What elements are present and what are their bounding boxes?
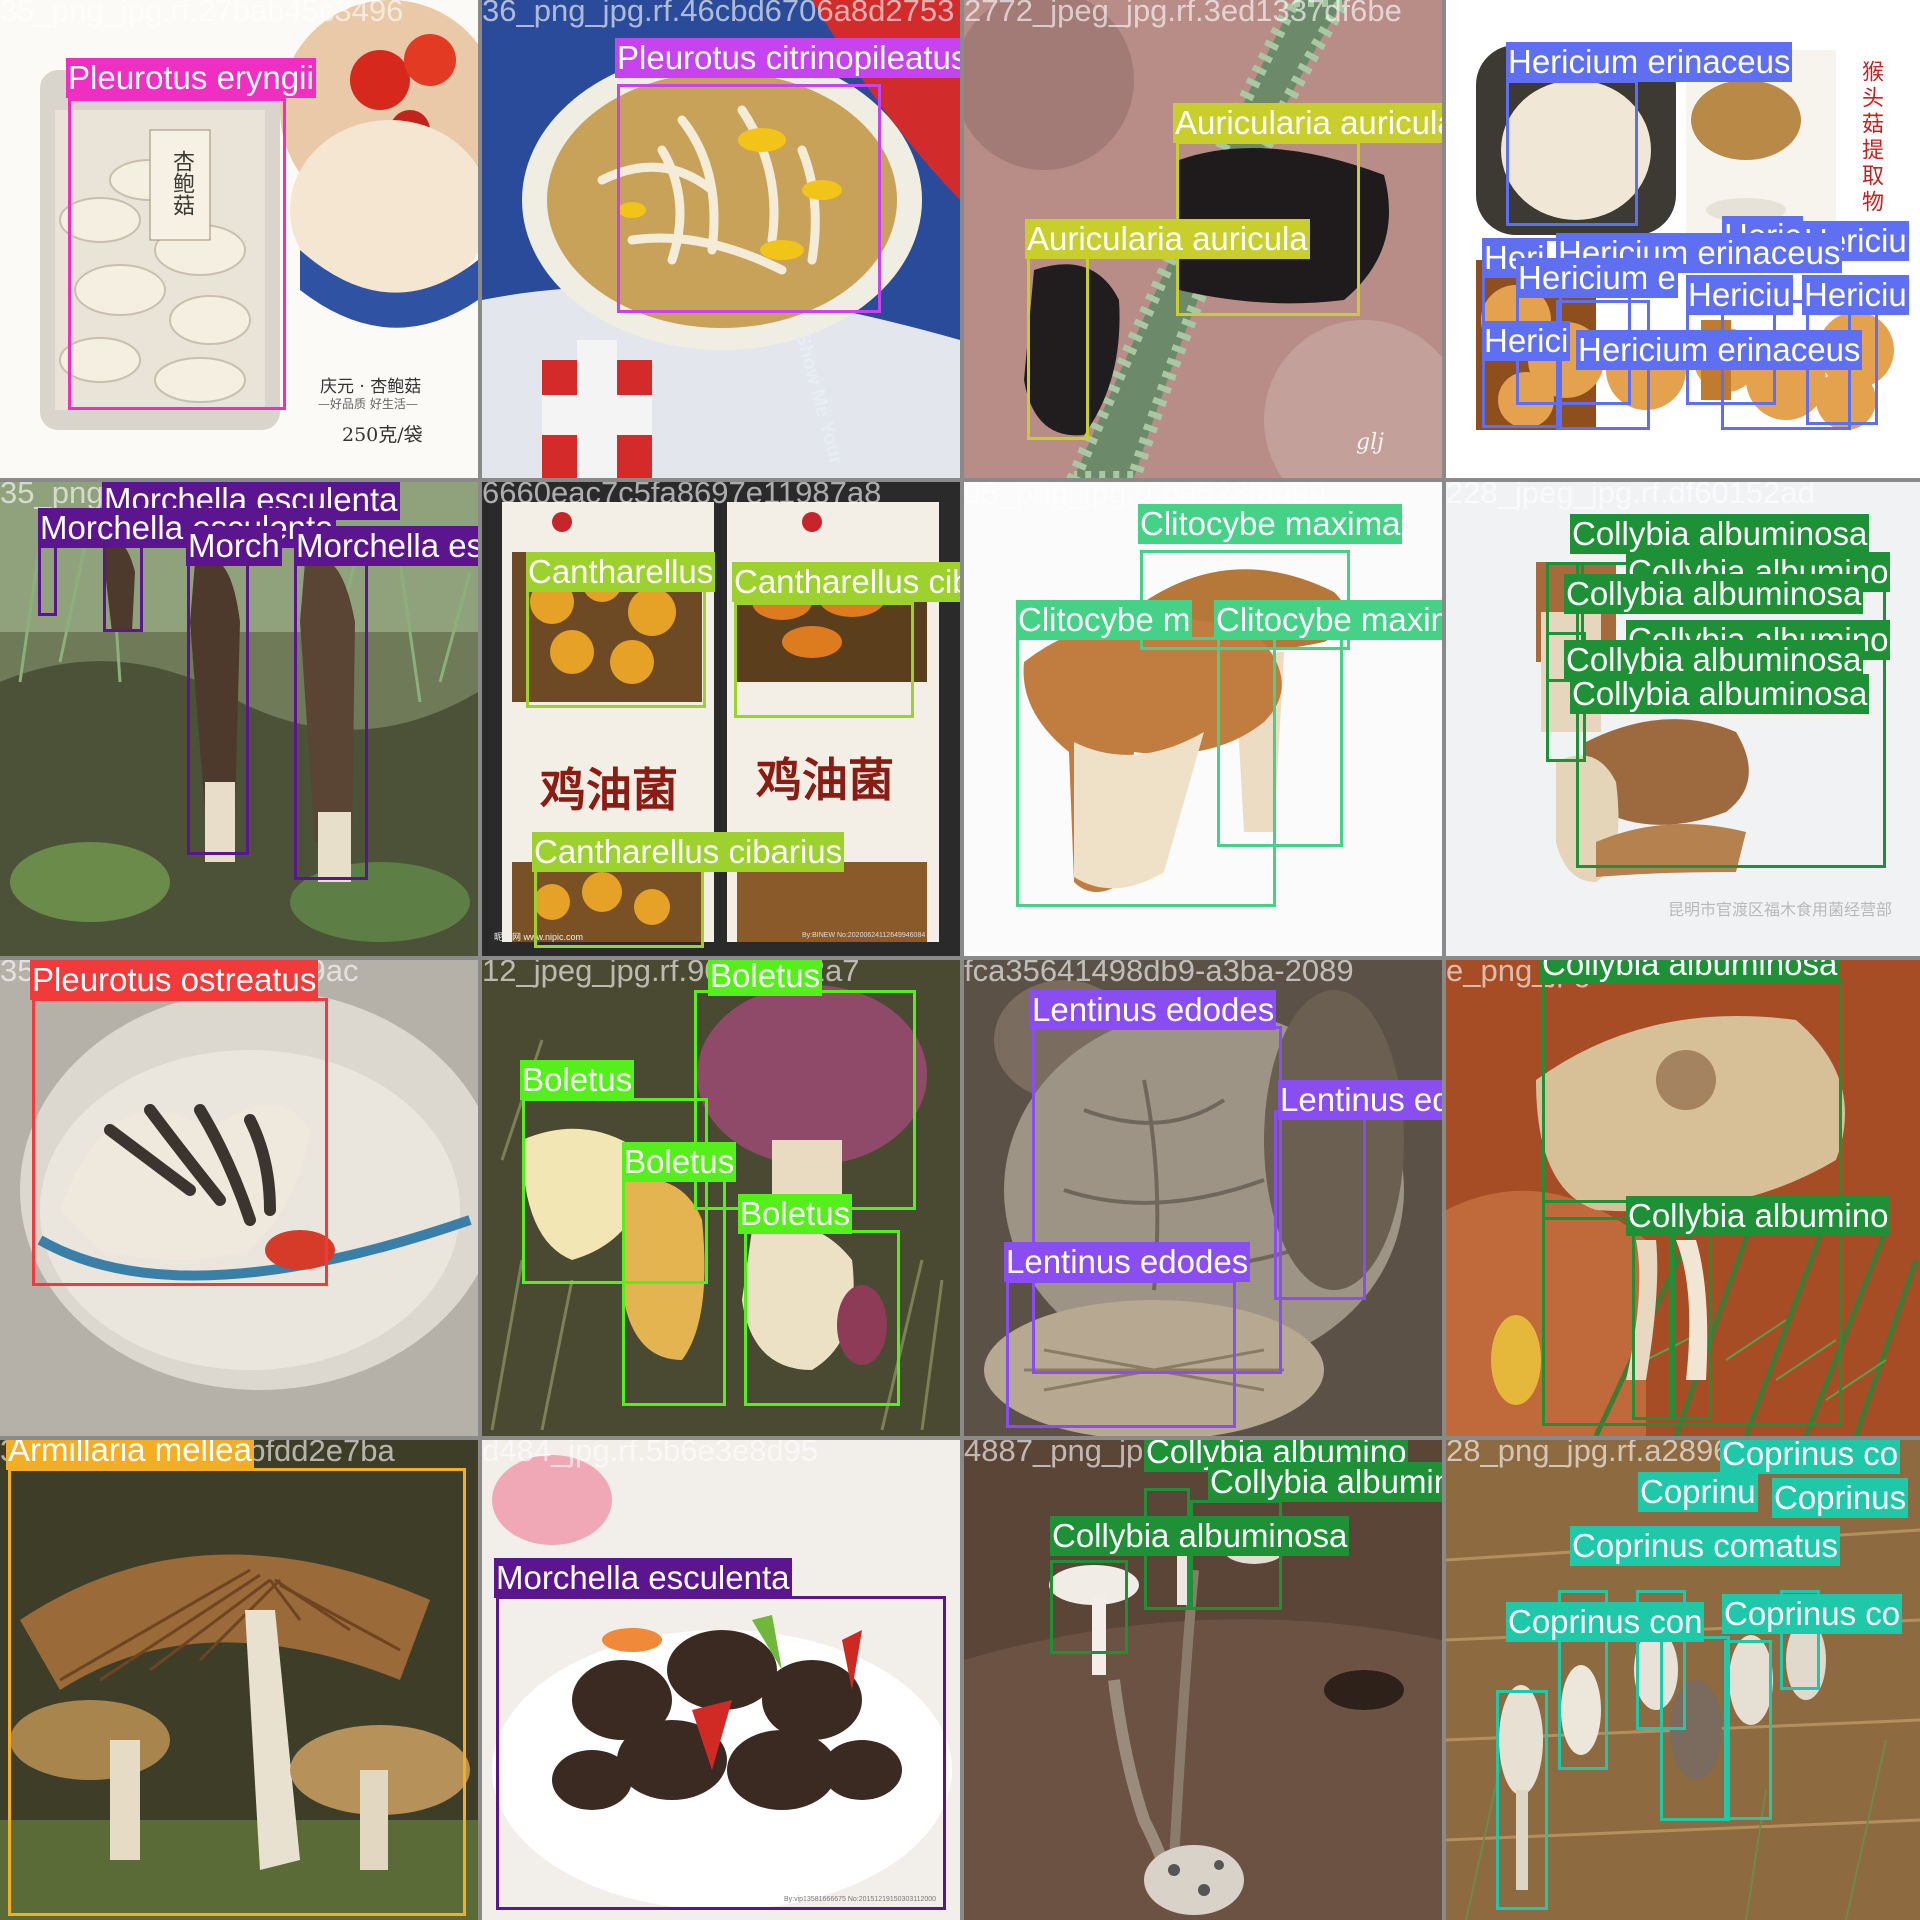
label-lentinus-1: Lentinus edodes (1030, 990, 1277, 1030)
label-collybia-a1: Collybia albuminosa (1570, 514, 1870, 554)
label-collybia-b1: Collybia albuminosa (1540, 960, 1840, 984)
tile-boletus: 12_jpeg_jpg.rf.905bb142a7 Boletus Boletu… (482, 960, 960, 1436)
label-pleurotus-citrinopileatus: Pleurotus citrinopileatus (615, 38, 960, 78)
label-auricularia-auricula-2: Auricularia auricula (1025, 219, 1310, 259)
tile-collybia-albuminosa-2: e_png_jpg.rf.9c0c833d Collybia albuminos… (1446, 960, 1920, 1436)
label-cantharellus-2: Cantharellus cibarius (732, 562, 960, 602)
label-lentinus-2: Lentinus edodes (1278, 1080, 1442, 1120)
tile-morchella-esculenta-2: By:vip13581666675 No:2015121915030311200… (482, 1440, 960, 1920)
label-morchella-5: Morchella esculenta (494, 1558, 792, 1598)
tile-lentinus-edodes: fca35641498db9-a3ba-2089 Lentinus edodes… (964, 960, 1442, 1436)
bbox-boletus-4 (744, 1230, 900, 1406)
poster-title-left: 鸡油菌 (540, 763, 678, 817)
label-morchella-4: Morchella esculenta (294, 526, 478, 566)
bbox-collybia-c3 (1050, 1560, 1128, 1654)
bbox-cantharellus-2 (734, 602, 914, 718)
tile-morchella-esculenta: 35_png_jpg.rf.2c06 Morchella esculenta M… (0, 482, 478, 956)
label-collybia-a6: Collybia albuminosa (1570, 674, 1870, 714)
tile-collybia-albuminosa-3: 4887_png_jpg.rf.e1 Collybia albumino Col… (964, 1440, 1442, 1920)
tile-armillaria-mellea: 36_png_jpg.rf.bc7bfdd2e7ba Armillaria me… (0, 1440, 478, 1920)
label-coprinus-1: Coprinus co (1720, 1440, 1901, 1474)
image-id-watermark: By:BINEW No:20200624112649946084 (802, 932, 926, 939)
tile-hericium-erinaceus: 猴头菇提取物 4336556c285cc21d124d55e Hericium … (1446, 0, 1920, 478)
label-armillaria-mellea: Armillaria mellea (6, 1440, 254, 1470)
poster-title-right: 鸡油菌 (756, 753, 894, 807)
tile-coprinus-comatus: 28_png_jpg.rf.a2896 Coprinus co Coprinu … (1446, 1440, 1920, 1920)
label-boletus-2: Boletus (520, 1060, 635, 1100)
label-collybia-c2: Collybia albuminosa (1208, 1462, 1442, 1502)
tile-cantharellus-cibarius: 鸡油菌 鸡油菌 昵图网 www.nipic.com By:BINEW No:20… (482, 482, 960, 956)
label-pleurotus-ostreatus: Pleurotus ostreatus (30, 960, 319, 1000)
mosaic-grid: 杏鲍菇 庆元 · 杏鲍菇 —好品质 好生活— 250克/袋 35_png_jpg… (0, 0, 1920, 1920)
bbox-clitocybe-3 (1217, 637, 1343, 847)
label-auricularia-auricula-1: Auricularia auricula (1173, 103, 1442, 143)
label-boletus-1: Boletus (708, 960, 823, 996)
bbox-collybia-b1 (1542, 980, 1842, 1220)
label-coprinus-6: Coprinus co (1722, 1594, 1903, 1634)
bbox-lentinus-3 (1006, 1280, 1236, 1428)
label-cantharellus-3: Cantharellus cibarius (532, 832, 845, 872)
bbox-morchella-3 (187, 562, 249, 855)
label-coprinus-4: Coprinus comatus (1570, 1526, 1840, 1566)
tile-clitocybe-maxima: 05_png_jpg.rf.ba523fa499 Clitocybe maxim… (964, 482, 1442, 956)
label-hericium-1: Hericium erinaceus (1506, 42, 1793, 82)
bbox-auricularia-auricula-2 (1027, 256, 1089, 440)
package-weight-text: 250克/袋 (342, 424, 423, 446)
bbox-hericium-1 (1506, 80, 1638, 226)
label-hericium-7: Hericiu (1686, 275, 1793, 315)
package-title-text: 庆元 · 杏鲍菇 (320, 377, 422, 397)
bbox-pleurotus-eryngii (68, 98, 286, 410)
tile-pleurotus-ostreatus: 35_png_jpg.rf.a25cbf69ac Pleurotus ostre… (0, 960, 478, 1436)
bbox-coprinus-5 (1724, 1640, 1772, 1820)
label-collybia-b2: Collybia albumino (1626, 1196, 1891, 1236)
label-cantharellus-1: Cantharellus (526, 552, 716, 592)
label-hericium-6: Hericium e (1516, 258, 1678, 298)
label-clitocybe-3: Clitocybe maxima (1214, 600, 1442, 640)
bbox-collybia-b4 (1672, 1230, 1712, 1420)
bbox-morchella-4 (294, 562, 368, 880)
shop-watermark: 昆明市官渡区福木食用菌经营部 (1668, 900, 1893, 919)
label-pleurotus-eryngii: Pleurotus eryngii (66, 58, 316, 98)
bbox-coprinus-1 (1496, 1690, 1548, 1910)
label-hericium-9: Herici (1482, 321, 1571, 361)
label-clitocybe-2: Clitocybe m (1016, 600, 1193, 640)
tile-pleurotus-eryngii: 杏鲍菇 庆元 · 杏鲍菇 —好品质 好生活— 250克/袋 35_png_jpg… (0, 0, 478, 478)
tile-auricularia-auricula: glj 2772_jpeg_jpg.rf.3ed1337df6be Auricu… (964, 0, 1442, 478)
label-lentinus-3: Lentinus edodes (1004, 1242, 1251, 1282)
photographer-watermark: glj (1356, 430, 1384, 455)
label-boletus-3: Boletus (622, 1142, 737, 1182)
bbox-coprinus-4 (1660, 1636, 1730, 1821)
label-hericium-8: Hericiu (1802, 275, 1909, 315)
tile-collybia-albuminosa-1: 昆明市官渡区福木食用菌经营部 228_jpeg_jpg.rf.df60152ad… (1446, 482, 1920, 956)
bbox-morchella-5 (496, 1596, 946, 1910)
bbox-lentinus-2 (1274, 1110, 1366, 1300)
bbox-boletus-3 (622, 1178, 726, 1406)
bbox-pleurotus-citrinopileatus (617, 84, 881, 313)
package-slogan-text: —好品质 好生活— (318, 397, 418, 411)
label-collybia-a3: Collybia albuminosa (1564, 574, 1864, 614)
label-collybia-c3: Collybia albuminosa (1050, 1516, 1350, 1556)
bbox-pleurotus-ostreatus (32, 998, 328, 1286)
label-coprinus-3: Coprinus (1772, 1478, 1909, 1518)
label-coprinus-5: Coprinus con (1506, 1602, 1705, 1642)
tile-pleurotus-citrinopileatus: Show Me Your 36_png_jpg.rf.46cbd6706a8d2… (482, 0, 960, 478)
label-morchella-3: Morch (186, 526, 282, 566)
extract-label-text: 猴头菇提取物 (1858, 60, 1883, 216)
label-boletus-4: Boletus (738, 1194, 853, 1234)
label-hericium-10: Hericium erinaceus (1576, 330, 1863, 370)
bbox-collybia-b3 (1632, 1230, 1672, 1420)
bbox-armillaria-mellea (8, 1468, 466, 1916)
label-coprinus-2: Coprinu (1638, 1472, 1758, 1512)
label-clitocybe-1: Clitocybe maxima (1138, 504, 1403, 544)
